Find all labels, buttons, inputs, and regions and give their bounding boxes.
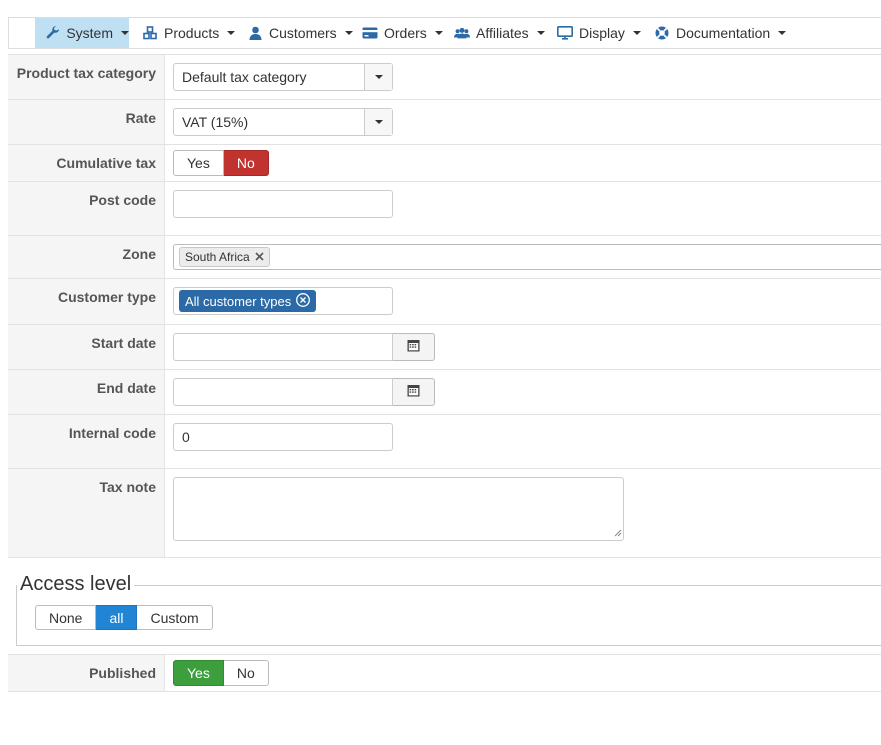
chevron-down-icon: [434, 31, 443, 35]
calendar-icon: [407, 339, 420, 355]
chevron-down-icon: [632, 31, 641, 35]
row-rate: Rate VAT (15%): [8, 99, 881, 144]
zone-label: Zone: [8, 236, 165, 278]
chevron-down-icon[interactable]: [364, 64, 392, 90]
start-date-input[interactable]: [173, 333, 393, 361]
resize-handle-icon[interactable]: [614, 524, 622, 540]
calendar-button[interactable]: [393, 378, 435, 406]
published-yes-button[interactable]: Yes: [173, 660, 224, 686]
published-label: Published: [8, 655, 165, 691]
chevron-down-icon: [344, 31, 353, 35]
published-toggle: Yes No: [173, 660, 269, 686]
wrench-icon: [45, 25, 60, 41]
menu-documentation-label: Documentation: [676, 25, 771, 41]
product-tax-category-select[interactable]: Default tax category: [173, 63, 393, 91]
rate-label: Rate: [8, 100, 165, 144]
post-code-input[interactable]: [173, 190, 393, 218]
cumulative-tax-yes-button[interactable]: Yes: [173, 150, 224, 176]
chevron-down-icon: [121, 31, 129, 35]
post-code-label: Post code: [8, 182, 165, 235]
menu-orders-label: Orders: [384, 25, 427, 41]
calendar-button[interactable]: [393, 333, 435, 361]
cumulative-tax-label: Cumulative tax: [8, 145, 165, 181]
cumulative-tax-toggle: Yes No: [173, 150, 269, 176]
row-published: Published Yes No: [8, 654, 881, 692]
row-product-tax-category: Product tax category Default tax categor…: [8, 54, 881, 99]
row-start-date: Start date: [8, 324, 881, 369]
cumulative-tax-no-button[interactable]: No: [223, 150, 269, 176]
zone-tag: South Africa: [179, 247, 270, 267]
menu-display[interactable]: Display: [557, 18, 641, 48]
access-all-button[interactable]: all: [96, 605, 138, 630]
product-tax-category-label: Product tax category: [8, 55, 165, 99]
chevron-down-icon: [227, 31, 236, 35]
row-tax-note: Tax note: [8, 468, 881, 558]
row-cumulative-tax: Cumulative tax Yes No: [8, 144, 881, 181]
product-tax-category-value: Default tax category: [182, 69, 307, 85]
calendar-icon: [407, 384, 420, 400]
customer-type-tag: All customer types: [179, 290, 317, 312]
chevron-down-icon: [536, 31, 545, 35]
menu-customers-label: Customers: [269, 25, 337, 41]
zone-tag-label: South Africa: [185, 250, 250, 264]
close-icon[interactable]: [255, 250, 264, 264]
internal-code-input[interactable]: 0: [173, 423, 393, 451]
rate-select[interactable]: VAT (15%): [173, 108, 393, 136]
row-end-date: End date: [8, 369, 881, 414]
cubes-icon: [142, 25, 158, 41]
row-internal-code: Internal code 0: [8, 414, 881, 468]
row-customer-type: Customer type All customer types: [8, 278, 881, 324]
menu-documentation[interactable]: Documentation: [654, 18, 787, 48]
tax-note-label: Tax note: [8, 469, 165, 557]
menu-orders[interactable]: Orders: [362, 18, 443, 48]
row-post-code: Post code: [8, 181, 881, 235]
menu-products[interactable]: Products: [142, 18, 236, 48]
internal-code-label: Internal code: [8, 415, 165, 468]
access-level-toggle: None all Custom: [35, 605, 213, 630]
users-icon: [454, 25, 470, 41]
menu-display-label: Display: [579, 25, 625, 41]
start-date-label: Start date: [8, 325, 165, 369]
top-menu-bar: System Products Customers Orders Affilia…: [8, 17, 881, 49]
menu-customers[interactable]: Customers: [247, 18, 353, 48]
menu-products-label: Products: [164, 25, 220, 41]
chevron-down-icon[interactable]: [364, 109, 392, 135]
customer-type-tag-label: All customer types: [185, 293, 292, 309]
close-circle-icon[interactable]: [296, 292, 311, 310]
published-no-button[interactable]: No: [223, 660, 269, 686]
end-date-input[interactable]: [173, 378, 393, 406]
customer-type-multiselect[interactable]: All customer types: [173, 287, 393, 315]
end-date-label: End date: [8, 370, 165, 414]
access-none-button[interactable]: None: [35, 605, 97, 630]
access-level-legend: Access level: [17, 573, 135, 596]
menu-system[interactable]: System: [35, 18, 129, 48]
row-zone: Zone South Africa: [8, 235, 881, 278]
rate-value: VAT (15%): [182, 114, 249, 130]
chevron-down-icon: [778, 31, 787, 35]
lifebuoy-icon: [654, 25, 670, 41]
access-custom-button[interactable]: Custom: [137, 605, 213, 630]
menu-affiliates[interactable]: Affiliates: [454, 18, 545, 48]
customer-type-label: Customer type: [8, 279, 165, 324]
monitor-icon: [557, 25, 573, 41]
menu-system-label: System: [66, 25, 113, 41]
user-icon: [247, 25, 263, 41]
tax-note-textarea[interactable]: [173, 477, 624, 541]
credit-card-icon: [362, 25, 378, 41]
menu-affiliates-label: Affiliates: [476, 25, 529, 41]
zone-multiselect[interactable]: South Africa: [173, 244, 881, 270]
